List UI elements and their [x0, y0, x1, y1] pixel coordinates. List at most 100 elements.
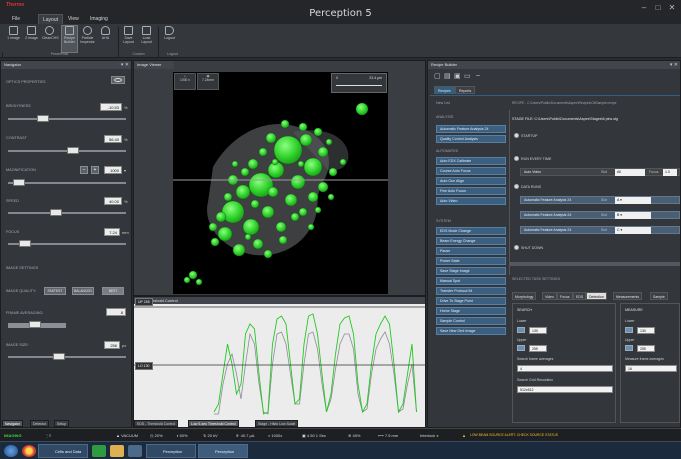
measure-frames-select[interactable]: 16	[625, 365, 677, 372]
automated-step[interactable]: Auto Gun Align	[436, 177, 506, 185]
automated-step[interactable]: Course Auto Focus	[436, 167, 506, 175]
tab-low-threshold[interactable]: Low 5-sec Threshold Control	[188, 420, 239, 427]
slot-select[interactable]: B ▾	[615, 212, 651, 219]
run-every-radio[interactable]	[514, 156, 519, 161]
brightness-input[interactable]: -10.53	[100, 103, 122, 111]
upper-threshold-tag[interactable]: UP 255	[135, 298, 153, 306]
search-lower-toggle[interactable]	[517, 327, 525, 333]
dual-image-button[interactable]: 2 Image	[24, 26, 39, 52]
data-run-row[interactable]: Automatic Feature Analysis 24 Slot A ▾	[520, 196, 680, 204]
tab-setup[interactable]: Setup	[54, 420, 70, 427]
system-step[interactable]: Home Stage	[436, 307, 506, 315]
speed-input[interactable]: 40.00	[104, 197, 122, 205]
data-run-row[interactable]: Automatic Feature Analysis 24 Slot B ▾	[520, 211, 680, 219]
system-step[interactable]: Drive To Stage Point	[436, 297, 506, 305]
load-layout-button[interactable]: Load Layout	[139, 26, 154, 52]
analysis-step[interactable]: Quality Control Analysis	[436, 135, 506, 143]
focus-input[interactable]: 7.24	[104, 228, 120, 236]
tab-focus[interactable]: Focus	[557, 292, 573, 300]
measure-lower-input[interactable]: 130	[637, 327, 655, 334]
spreadsheet-icon[interactable]	[92, 445, 106, 457]
system-step[interactable]: Save Stage Image	[436, 267, 506, 275]
search-grid-select[interactable]: 512x512	[517, 386, 613, 393]
automated-step[interactable]: Auto EDX Calibrate	[436, 157, 506, 165]
system-step[interactable]: Beam Energy Change	[436, 237, 506, 245]
image-viewer-tab[interactable]: Image Viewer	[134, 61, 174, 69]
stop-icon[interactable]: –	[476, 72, 480, 79]
measure-upper-toggle[interactable]	[625, 345, 633, 351]
aha-button[interactable]: AHA	[98, 26, 113, 52]
app-icon[interactable]	[128, 445, 142, 457]
slot-select[interactable]: All	[615, 169, 645, 176]
close-icon[interactable]: ▾ ✕	[121, 61, 129, 69]
system-step[interactable]: Save New Grnt Image	[436, 327, 506, 335]
logout-button[interactable]: Logout	[162, 26, 177, 52]
zoom-readout-button[interactable]: ⌕ 1000 x	[174, 73, 196, 90]
search-upper-toggle[interactable]	[517, 345, 525, 351]
contrast-slider[interactable]	[67, 147, 80, 154]
zoom-in-button[interactable]: +	[91, 166, 99, 174]
tab-stage-histo[interactable]: Stage - Histo Low Scale	[255, 420, 299, 427]
quality-best-button[interactable]: BEST	[102, 287, 124, 295]
data-runs-radio[interactable]	[514, 184, 519, 189]
particle-inspector-button[interactable]: Particle Inspector	[80, 26, 95, 52]
focus-select[interactable]: 1.0	[663, 169, 677, 176]
camera-button[interactable]: ◉ 7.24mm	[197, 73, 219, 90]
frame-averaging-input[interactable]: 8	[106, 308, 126, 316]
system-step[interactable]: Sample Control	[436, 317, 506, 325]
tab-detection[interactable]: Detection	[586, 292, 607, 300]
tab-sample[interactable]: Sample	[650, 292, 668, 300]
horizontal-scrollbar[interactable]	[510, 262, 680, 266]
contrast-input[interactable]: 56.40	[104, 135, 122, 143]
analysis-step[interactable]: Automatic Feature Analysis 24	[436, 125, 506, 133]
system-step[interactable]: Power State	[436, 257, 506, 265]
slot-select[interactable]: A ▾	[615, 197, 651, 204]
recipe-builder-button[interactable]: Recipe Builder	[61, 25, 78, 53]
search-upper-input[interactable]: 255	[529, 345, 547, 352]
save-layout-button[interactable]: Save Layout	[121, 26, 136, 52]
tab-reports[interactable]: Reports	[455, 86, 476, 94]
maximize-icon[interactable]: □	[651, 2, 665, 14]
tab-navigator[interactable]: Navigator	[2, 420, 23, 427]
new-list-label[interactable]: New List	[436, 101, 450, 105]
taskbar-app-perception[interactable]: Perception	[198, 444, 248, 458]
search-frames-select[interactable]: 4	[517, 365, 613, 372]
run-icon[interactable]: ▭	[464, 72, 471, 80]
brightness-slider[interactable]	[36, 115, 49, 122]
start-button[interactable]	[4, 445, 18, 457]
measure-upper-input[interactable]: 255	[637, 345, 655, 352]
slot-select[interactable]: C ▾	[615, 227, 651, 234]
chrome-icon[interactable]	[22, 445, 36, 457]
tab-eds[interactable]: EDS	[573, 292, 587, 300]
auto-video-row[interactable]: Auto Video Slot All Focus 1.0	[520, 168, 680, 176]
threshold-histogram[interactable]	[134, 304, 427, 419]
eye-toggle-button[interactable]	[111, 76, 125, 84]
tab-video[interactable]: Video	[542, 292, 557, 300]
system-step[interactable]: Transfer Protocol 94	[436, 287, 506, 295]
folder-icon[interactable]	[110, 445, 124, 457]
quality-balanced-button[interactable]: BALANCED	[72, 287, 94, 295]
system-step[interactable]: Pause	[436, 247, 506, 255]
speed-slider[interactable]	[50, 209, 63, 216]
new-icon[interactable]: ▢	[434, 72, 441, 80]
minimize-icon[interactable]: –	[637, 2, 651, 14]
tab-morphology[interactable]: Morphology	[512, 292, 537, 300]
frame-averaging-slider[interactable]	[28, 321, 41, 328]
startup-radio[interactable]	[514, 133, 519, 138]
open-icon[interactable]: ▤	[444, 72, 451, 80]
image-size-input[interactable]: 256	[104, 341, 120, 349]
close-icon[interactable]: ▾ ✕	[670, 61, 678, 69]
zoom-out-button[interactable]: −	[80, 166, 88, 174]
taskbar-app-cells[interactable]: Cells and Data fil...	[38, 444, 88, 458]
sem-image[interactable]	[173, 72, 388, 294]
data-run-row[interactable]: Automatic Feature Analysis 24 Slot C ▾	[520, 226, 680, 234]
dropdown-icon[interactable]: ▾	[124, 168, 126, 173]
image-size-slider[interactable]	[52, 353, 65, 360]
tab-detector[interactable]: Detector	[30, 420, 50, 427]
tab-measurements[interactable]: Measurements	[613, 292, 643, 300]
tab-recipes[interactable]: Recipes	[434, 86, 455, 94]
automated-step[interactable]: Auto Video	[436, 197, 506, 205]
automated-step[interactable]: Fine Auto Focus	[436, 187, 506, 195]
magnification-slider[interactable]	[13, 179, 26, 186]
magnification-input[interactable]: 1000	[104, 166, 122, 174]
